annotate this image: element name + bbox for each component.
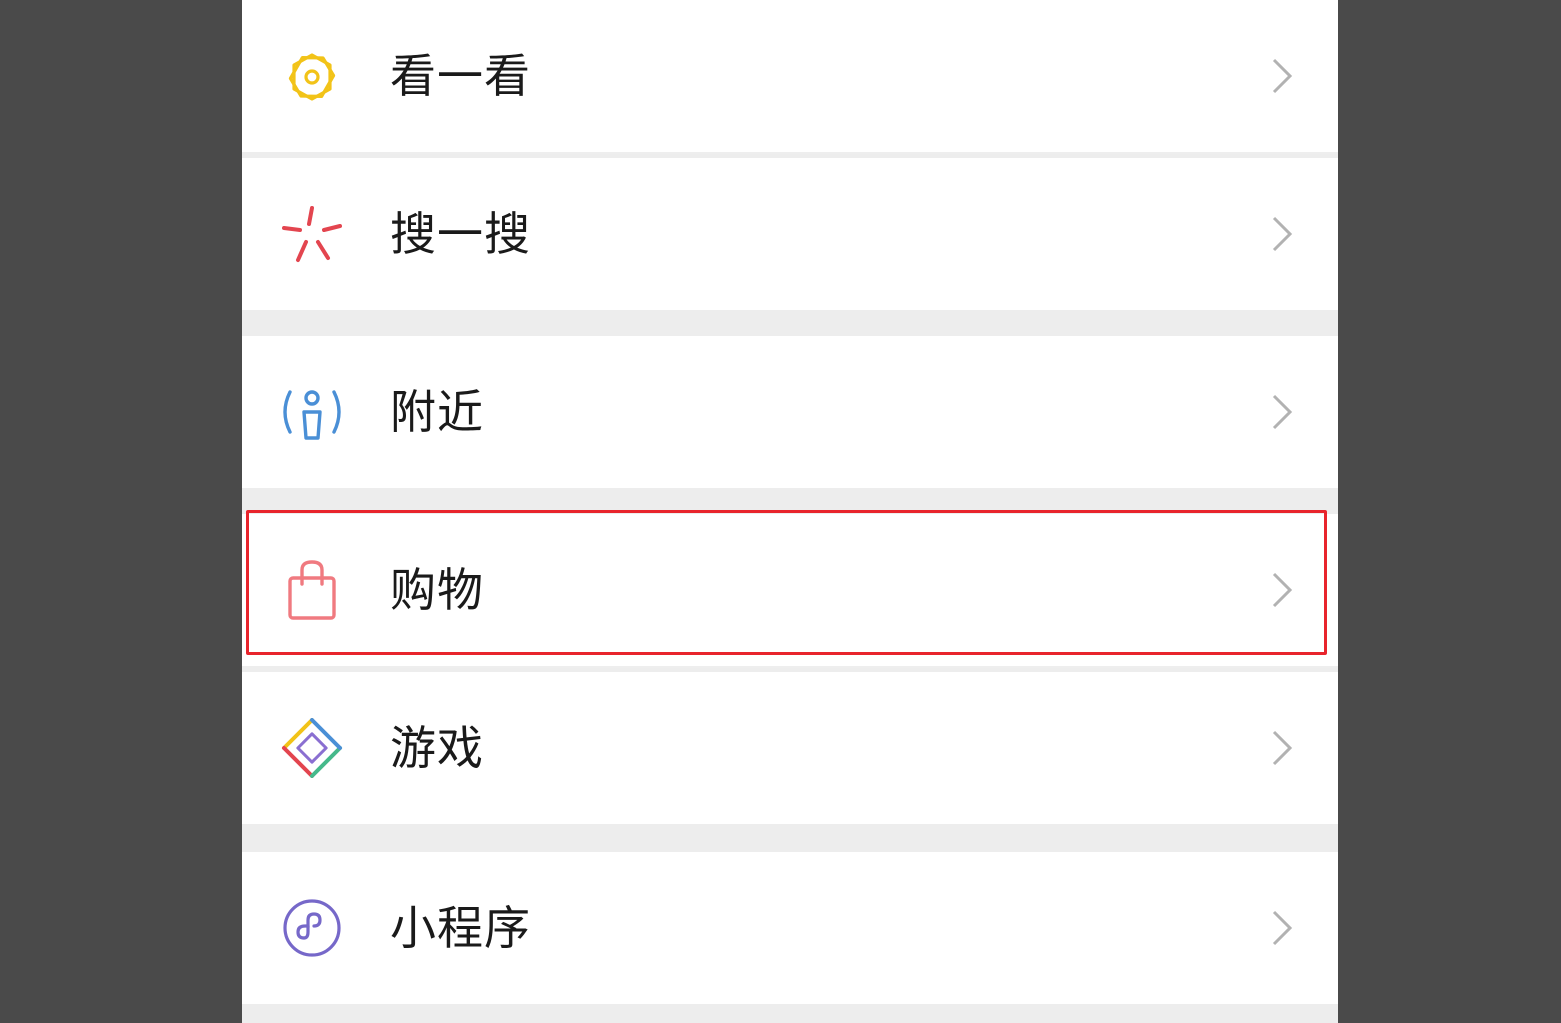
chevron-right-icon <box>1270 728 1294 768</box>
search-burst-icon <box>278 204 346 264</box>
row-divider <box>390 152 1338 154</box>
menu-item-label: 购物 <box>390 563 484 617</box>
menu-item-games[interactable]: 游戏 <box>242 672 1338 824</box>
menu-item-label: 看一看 <box>390 49 531 103</box>
menu-item-label: 小程序 <box>390 901 531 955</box>
menu-item-search[interactable]: 搜一搜 <box>242 158 1338 310</box>
nearby-person-icon <box>278 382 346 442</box>
chevron-right-icon <box>1270 908 1294 948</box>
menu-item-label: 附近 <box>390 385 484 439</box>
row-divider <box>390 666 1338 668</box>
chevron-right-icon <box>1270 392 1294 432</box>
menu-item-mini-programs[interactable]: 小程序 <box>242 852 1338 1004</box>
menu-item-label: 游戏 <box>390 721 484 775</box>
top-stories-icon <box>278 46 346 106</box>
mini-program-icon <box>278 898 346 958</box>
game-diamond-icon <box>278 718 346 778</box>
menu-item-label: 搜一搜 <box>390 207 531 261</box>
chevron-right-icon <box>1270 214 1294 254</box>
menu-item-nearby[interactable]: 附近 <box>242 336 1338 488</box>
chevron-right-icon <box>1270 56 1294 96</box>
discover-menu: 看一看 搜一搜 附近 购物 游戏 小程序 <box>242 0 1338 1023</box>
menu-item-top-stories[interactable]: 看一看 <box>242 0 1338 152</box>
chevron-right-icon <box>1270 570 1294 610</box>
shopping-bag-icon <box>278 560 346 620</box>
menu-item-shopping[interactable]: 购物 <box>242 514 1338 666</box>
